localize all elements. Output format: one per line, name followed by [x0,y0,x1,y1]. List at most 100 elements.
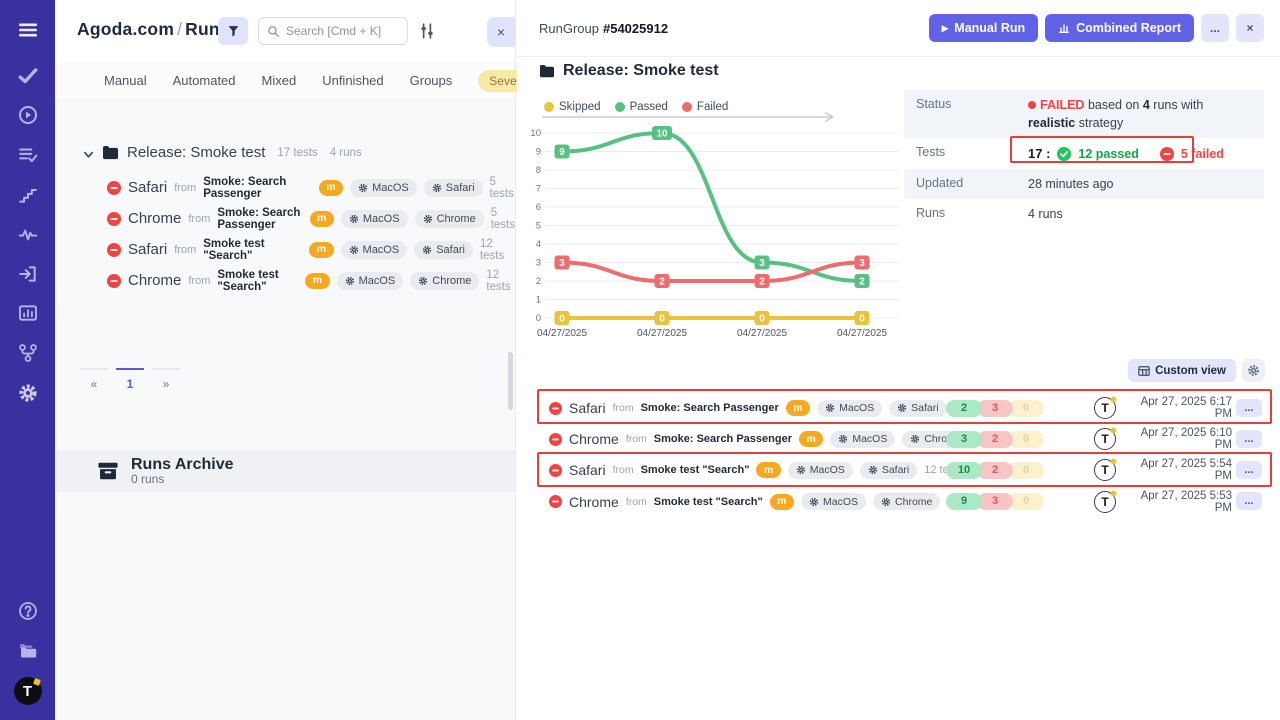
run-source: Smoke test "Search" [217,269,298,293]
group-runs-count: 4 runs [330,147,362,159]
failed-status-icon [549,433,562,446]
custom-view-button[interactable]: Custom view [1128,359,1236,382]
failed-status-icon [549,402,562,415]
filter-button[interactable] [218,17,248,45]
run-from-label: from [613,402,634,414]
manual-run-button[interactable]: ▶Manual Run [929,14,1038,42]
run-row[interactable]: Chrome from Smoke test "Search" m MacOS … [536,486,1271,517]
skipped-count-pill: 0 [1008,493,1044,510]
settings-gear-icon[interactable] [16,381,40,405]
failed-dot-icon [1028,101,1036,109]
tab-unfinished[interactable]: Unfinished [322,73,383,88]
branch-icon[interactable] [16,341,40,365]
gear-icon [349,214,359,224]
tab-manual[interactable]: Manual [104,73,147,88]
avatar-notch [1110,458,1116,464]
chevron-down-icon[interactable] [83,147,94,158]
rungroup-header: RunGroup #54025912 ▶Manual Run Combined … [517,0,1280,57]
avatar-notch [1110,490,1116,496]
tab-mixed[interactable]: Mixed [262,73,297,88]
run-name[interactable]: Safari [128,179,167,196]
runs-play-icon[interactable] [16,103,40,127]
logo-notch [33,678,41,686]
run-group-name[interactable]: Release: Smoke test [127,144,265,161]
run-row[interactable]: Safari from Smoke: Search Passenger m Ma… [536,393,1271,424]
run-name[interactable]: Chrome [569,494,619,510]
env-badge-os: MacOS [341,210,408,228]
svg-text:3: 3 [536,258,541,269]
run-tree-item[interactable]: Safari from Smoke test "Search" m MacOS … [55,234,515,265]
tests-label: Tests [916,144,1028,159]
rungroup-title: Release: Smoke test [563,62,719,80]
tests-count: 12 tests [480,238,515,262]
run-name[interactable]: Chrome [569,431,619,447]
runs-archive-item[interactable]: Runs Archive 0 runs [55,450,515,492]
breadcrumb-project[interactable]: Agoda.com [77,19,174,39]
tests-failed: 5 failed [1181,145,1224,163]
failed-status-icon [107,274,121,288]
run-name[interactable]: Safari [128,241,167,258]
steps-icon[interactable] [16,183,40,207]
list-settings-button[interactable] [1242,359,1265,382]
row-menu-button[interactable]: ... [1236,399,1262,417]
gear-icon [423,214,433,224]
logo-t-icon[interactable]: T [14,677,42,705]
pagination-page-1[interactable]: 1 [116,368,144,391]
pagination-next-button[interactable]: » [152,368,180,391]
close-detail-button[interactable]: × [1236,14,1264,42]
run-tree-item[interactable]: Safari from Smoke: Search Passenger m Ma… [55,172,515,203]
tab-automated[interactable]: Automated [173,73,236,88]
svg-text:8: 8 [536,165,541,176]
gear-icon [838,434,848,444]
tests-check-icon[interactable] [16,64,40,88]
run-name[interactable]: Chrome [128,272,181,289]
row-menu-button[interactable]: ... [1236,430,1262,448]
menu-icon[interactable] [16,18,40,42]
row-menu-button[interactable]: ... [1236,492,1262,510]
run-date: Apr 27, 2025 6:10 PM [1136,427,1232,451]
table-view-icon [1138,365,1150,377]
failed-status-icon [549,464,562,477]
run-name[interactable]: Safari [569,462,606,478]
scrollbar-thumb[interactable] [508,352,513,410]
runs-list-panel: Agoda.com/Runs × Manual Automated Mixed … [55,0,516,720]
run-name[interactable]: Safari [569,400,606,416]
breadcrumb[interactable]: Agoda.com/Runs [77,19,230,40]
test-plans-icon[interactable] [16,143,40,167]
pulse-icon[interactable] [16,223,40,247]
env-badge-os: MacOS [801,493,866,510]
manual-badge: m [799,431,823,447]
check-circle-icon [1057,147,1071,161]
passed-count-pill: 10 [946,462,982,479]
analytics-icon[interactable] [16,301,40,325]
pagination-prev-button[interactable]: « [80,368,108,391]
run-name[interactable]: Chrome [128,210,181,227]
combined-report-label: Combined Report [1076,21,1181,35]
help-icon[interactable] [16,599,40,623]
gear-icon [422,245,432,255]
gear-icon [881,497,891,507]
gear-icon [809,497,819,507]
failed-count-pill: 3 [977,493,1013,510]
tests-count: 5 tests [490,176,515,200]
import-icon[interactable] [16,262,40,286]
svg-text:0: 0 [536,313,541,324]
manual-badge: m [310,211,334,227]
more-options-button[interactable]: ... [1201,14,1229,42]
projects-icon[interactable] [16,639,40,663]
combined-report-button[interactable]: Combined Report [1045,14,1194,42]
custom-view-label: Custom view [1155,365,1226,377]
run-row[interactable]: Chrome from Smoke: Search Passenger m Ma… [536,424,1271,455]
run-tree-item[interactable]: Chrome from Smoke test "Search" m MacOS … [55,265,515,296]
run-row[interactable]: Safari from Smoke test "Search" m MacOS … [536,455,1271,486]
display-settings-icon[interactable] [418,22,436,40]
main-sidebar: T [0,0,55,720]
row-menu-button[interactable]: ... [1236,461,1262,479]
run-tree-item[interactable]: Chrome from Smoke: Search Passenger m Ma… [55,203,515,234]
left-panel-close-button[interactable]: × [487,17,515,47]
svg-text:9: 9 [536,147,541,158]
search-input[interactable] [286,24,399,38]
search-box[interactable] [258,17,408,45]
tab-groups[interactable]: Groups [410,73,453,88]
run-group-row[interactable]: Release: Smoke test 17 tests 4 runs [83,144,362,161]
